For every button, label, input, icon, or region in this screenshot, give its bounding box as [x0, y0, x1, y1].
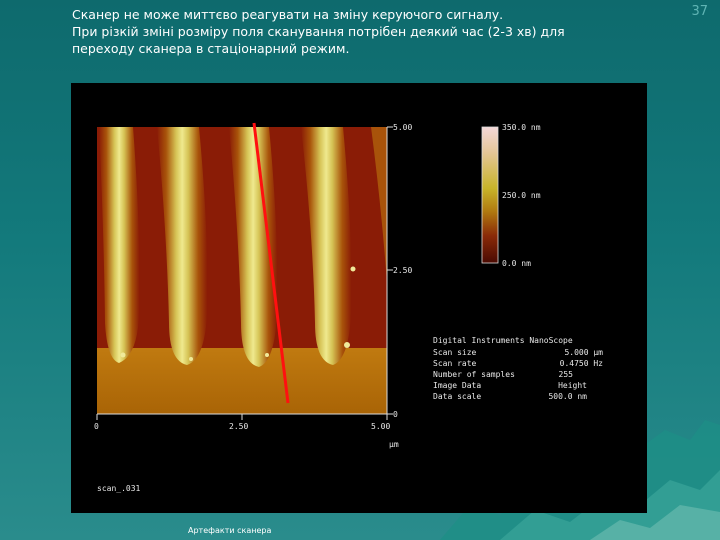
x-unit-label: µm [389, 440, 399, 449]
x-tick-right: 5.00 [371, 422, 390, 431]
instrument-info: Digital Instruments NanoScope Scan size … [433, 336, 603, 401]
text-line-2: При різкій зміні розміру поля сканування… [72, 24, 565, 39]
info-key: Scan rate [433, 359, 477, 368]
info-value: 0.4750 Hz [560, 359, 604, 368]
afm-scan-svg: 5.00 2.50 0 0 2.50 5.00 µm 350.0 nm 250.… [94, 122, 603, 493]
info-key: Image Data [433, 381, 481, 390]
page-number: 37 [691, 4, 708, 19]
scan-filename: scan_.031 [97, 484, 141, 493]
colorbar [481, 126, 499, 264]
slide-body-text: Сканер не може миттєво реагувати на змін… [72, 6, 672, 57]
figure-caption: Артефакти сканера [188, 526, 272, 535]
scan-image [96, 122, 393, 420]
info-value: 5.000 µm [564, 348, 603, 357]
y-tick-mid: 2.50 [393, 266, 412, 275]
info-key: Scan size [433, 348, 477, 357]
colorbar-label-top: 350.0 nm [502, 123, 541, 132]
y-tick-top: 5.00 [393, 123, 412, 132]
text-line-1: Сканер не може миттєво реагувати на змін… [72, 7, 504, 22]
colorbar-label-bottom: 0.0 nm [502, 259, 531, 268]
x-tick-left: 0 [94, 422, 99, 431]
info-value: 255 [559, 370, 574, 379]
afm-scan-figure: 5.00 2.50 0 0 2.50 5.00 µm 350.0 nm 250.… [71, 83, 647, 513]
y-tick-bottom: 0 [393, 410, 398, 419]
x-tick-mid: 2.50 [229, 422, 248, 431]
info-title: Digital Instruments NanoScope [433, 336, 573, 345]
text-line-3: переходу сканера в стаціонарний режим. [72, 41, 350, 56]
info-key: Number of samples [433, 370, 515, 379]
info-value: Height [558, 381, 587, 390]
info-key: Data scale [433, 392, 481, 401]
info-value: 500.0 nm [548, 392, 587, 401]
colorbar-label-mid: 250.0 nm [502, 191, 541, 200]
